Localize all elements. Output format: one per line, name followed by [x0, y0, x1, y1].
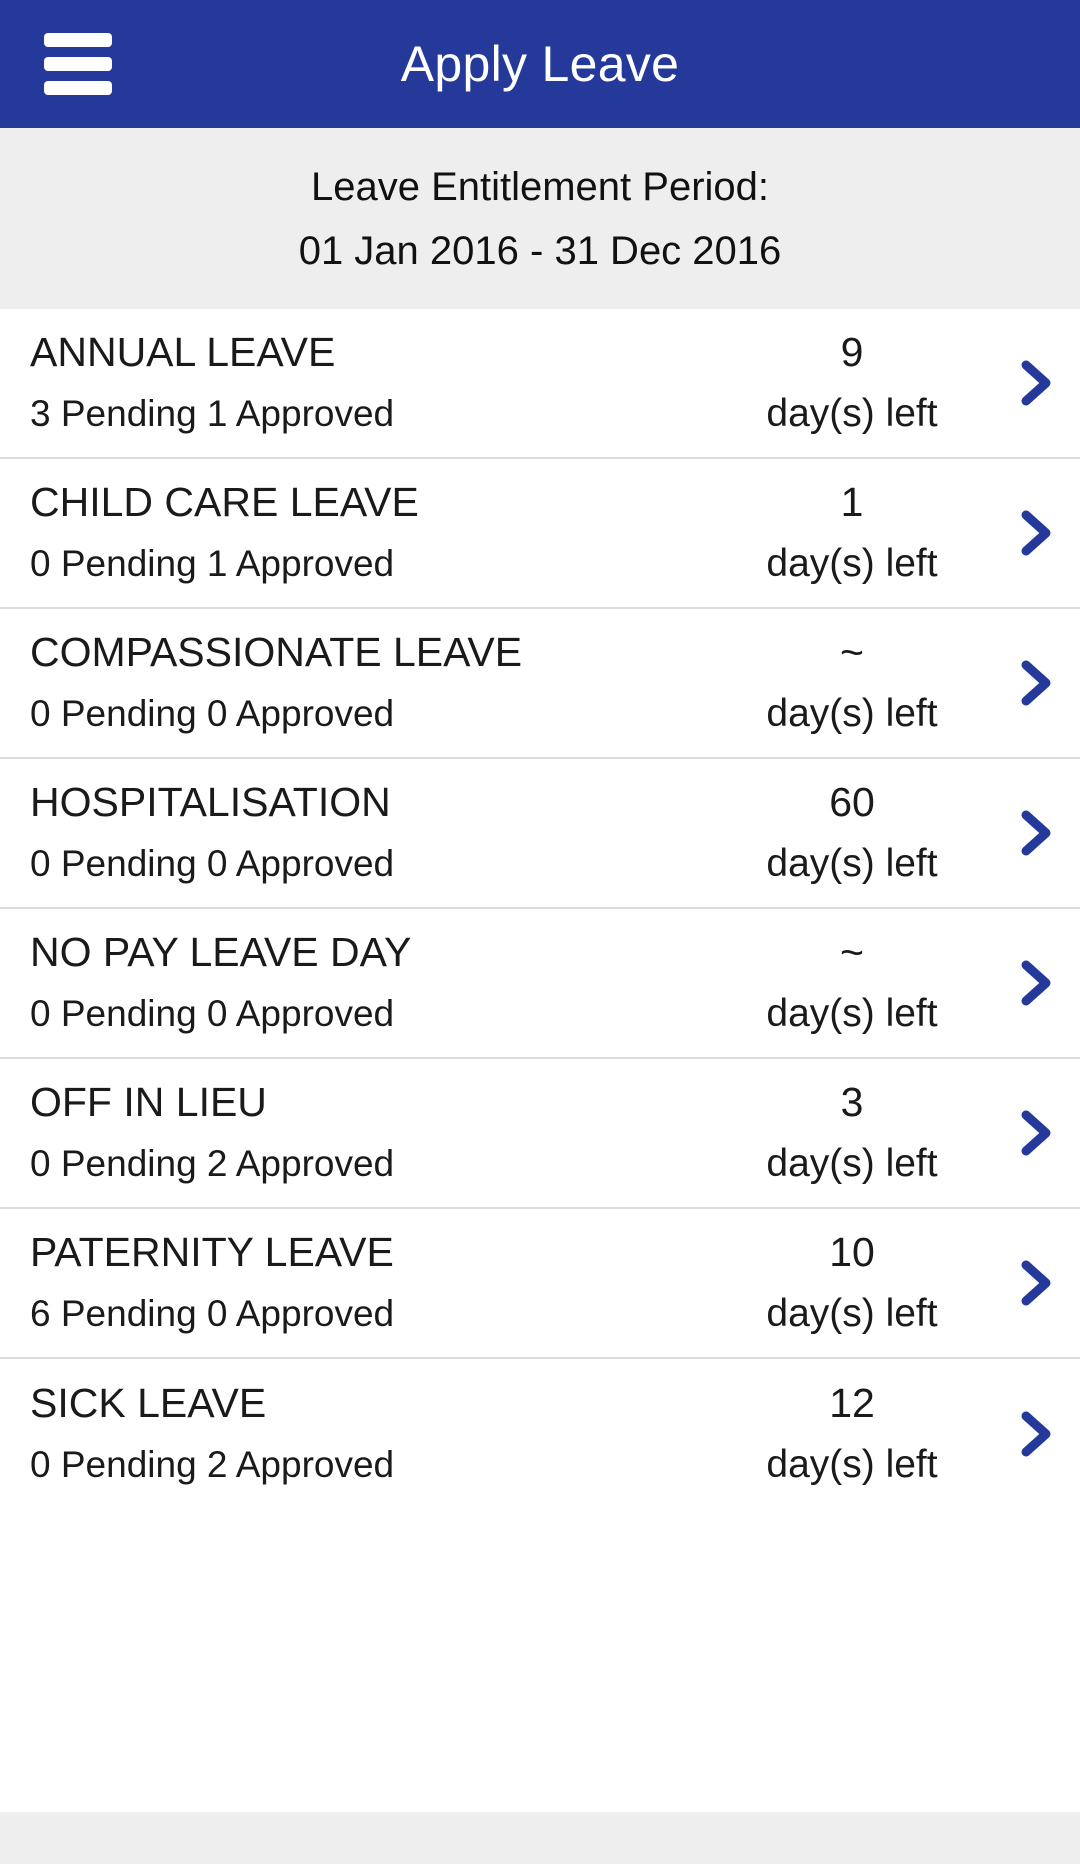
chevron-right-icon[interactable]: [1014, 807, 1058, 859]
leave-balance-unit: day(s) left: [766, 1292, 938, 1335]
leave-row-left: COMPASSIONATE LEAVE 0 Pending 0 Approved: [30, 609, 522, 757]
leave-type-name: OFF IN LIEU: [30, 1079, 267, 1125]
leave-type-name: SICK LEAVE: [30, 1380, 267, 1426]
leave-status-text: 0 Pending 2 Approved: [30, 1444, 395, 1485]
leave-row-right: 1 day(s) left: [702, 459, 1002, 607]
bottom-filler: [0, 1812, 1080, 1864]
leave-balance-unit: day(s) left: [766, 1443, 938, 1486]
table-row[interactable]: COMPASSIONATE LEAVE 0 Pending 0 Approved ~…: [0, 609, 1080, 759]
entitlement-period: 01 Jan 2016 - 31 Dec 2016: [298, 229, 782, 273]
leave-status-text: 3 Pending 1 Approved: [30, 393, 395, 434]
table-row[interactable]: SICK LEAVE 0 Pending 2 Approved 12 day(s) l…: [0, 1359, 1080, 1509]
leave-balance-value: ~: [840, 629, 864, 675]
table-row[interactable]: NO PAY LEAVE DAY 0 Pending 0 Approved ~ day…: [0, 909, 1080, 1059]
leave-type-list: ANNUAL LEAVE 3 Pending 1 Approved 9 day(s) …: [0, 309, 1080, 1509]
table-row[interactable]: HOSPITALISATION 0 Pending 0 Approved 60 day…: [0, 759, 1080, 909]
chevron-right-icon[interactable]: [1014, 1257, 1058, 1309]
entitlement-banner: Leave Entitlement Period: 01 Jan 2016 - …: [0, 128, 1080, 309]
leave-row-right: ~ day(s) left: [702, 609, 1002, 757]
leave-row-left: ANNUAL LEAVE 3 Pending 1 Approved: [30, 309, 394, 457]
leave-balance-value: 3: [840, 1079, 864, 1125]
leave-type-name: ANNUAL LEAVE: [30, 329, 336, 375]
leave-type-name: PATERNITY LEAVE: [30, 1229, 394, 1275]
leave-row-right: 9 day(s) left: [702, 309, 1002, 457]
leave-balance-unit: day(s) left: [766, 842, 938, 885]
leave-balance-unit: day(s) left: [766, 992, 938, 1035]
app-bar: Apply Leave: [0, 0, 1080, 128]
leave-row-right: 3 day(s) left: [702, 1059, 1002, 1207]
leave-row-right: 10 day(s) left: [702, 1209, 1002, 1357]
table-row[interactable]: PATERNITY LEAVE 6 Pending 0 Approved 10 day…: [0, 1209, 1080, 1359]
leave-row-right: 12 day(s) left: [702, 1359, 1002, 1509]
leave-type-name: NO PAY LEAVE DAY: [30, 929, 412, 975]
table-row[interactable]: CHILD CARE LEAVE 0 Pending 1 Approved 1 day…: [0, 459, 1080, 609]
leave-type-name: COMPASSIONATE LEAVE: [30, 629, 523, 675]
hamburger-bar-1: [44, 33, 112, 47]
entitlement-label: Leave Entitlement Period:: [310, 165, 770, 209]
leave-row-left: SICK LEAVE 0 Pending 2 Approved: [30, 1359, 394, 1509]
leave-balance-value: ~: [840, 929, 864, 975]
leave-balance-value: 9: [840, 329, 864, 375]
leave-balance-unit: day(s) left: [766, 692, 938, 735]
leave-type-name: CHILD CARE LEAVE: [30, 479, 419, 525]
leave-status-text: 0 Pending 0 Approved: [30, 993, 395, 1034]
leave-status-text: 6 Pending 0 Approved: [30, 1293, 395, 1334]
leave-status-text: 0 Pending 0 Approved: [30, 693, 395, 734]
leave-status-text: 0 Pending 1 Approved: [30, 543, 395, 584]
chevron-right-icon[interactable]: [1014, 657, 1058, 709]
leave-row-right: 60 day(s) left: [702, 759, 1002, 907]
leave-status-text: 0 Pending 2 Approved: [30, 1143, 395, 1184]
leave-balance-value: 1: [840, 479, 864, 525]
leave-row-left: OFF IN LIEU 0 Pending 2 Approved: [30, 1059, 394, 1207]
hamburger-bar-3: [44, 81, 112, 95]
table-row[interactable]: ANNUAL LEAVE 3 Pending 1 Approved 9 day(s) …: [0, 309, 1080, 459]
hamburger-bar-2: [44, 57, 112, 71]
leave-row-left: CHILD CARE LEAVE 0 Pending 1 Approved: [30, 459, 419, 607]
leave-row-left: NO PAY LEAVE DAY 0 Pending 0 Approved: [30, 909, 411, 1057]
chevron-right-icon[interactable]: [1014, 357, 1058, 409]
chevron-right-icon[interactable]: [1014, 957, 1058, 1009]
leave-type-name: HOSPITALISATION: [30, 779, 391, 825]
leave-row-right: ~ day(s) left: [702, 909, 1002, 1057]
chevron-right-icon[interactable]: [1014, 1408, 1058, 1460]
chevron-right-icon[interactable]: [1014, 1107, 1058, 1159]
leave-row-left: HOSPITALISATION 0 Pending 0 Approved: [30, 759, 394, 907]
leave-balance-unit: day(s) left: [766, 392, 938, 435]
leave-balance-value: 60: [829, 779, 875, 825]
leave-row-left: PATERNITY LEAVE 6 Pending 0 Approved: [30, 1209, 394, 1357]
leave-balance-value: 12: [829, 1380, 875, 1426]
table-row[interactable]: OFF IN LIEU 0 Pending 2 Approved 3 day(s) l…: [0, 1059, 1080, 1209]
page-title: Apply Leave: [400, 36, 680, 92]
chevron-right-icon[interactable]: [1014, 507, 1058, 559]
leave-balance-value: 10: [829, 1229, 875, 1275]
leave-balance-unit: day(s) left: [766, 542, 938, 585]
leave-status-text: 0 Pending 0 Approved: [30, 843, 395, 884]
leave-balance-unit: day(s) left: [766, 1142, 938, 1185]
hamburger-menu-icon[interactable]: [44, 33, 112, 95]
